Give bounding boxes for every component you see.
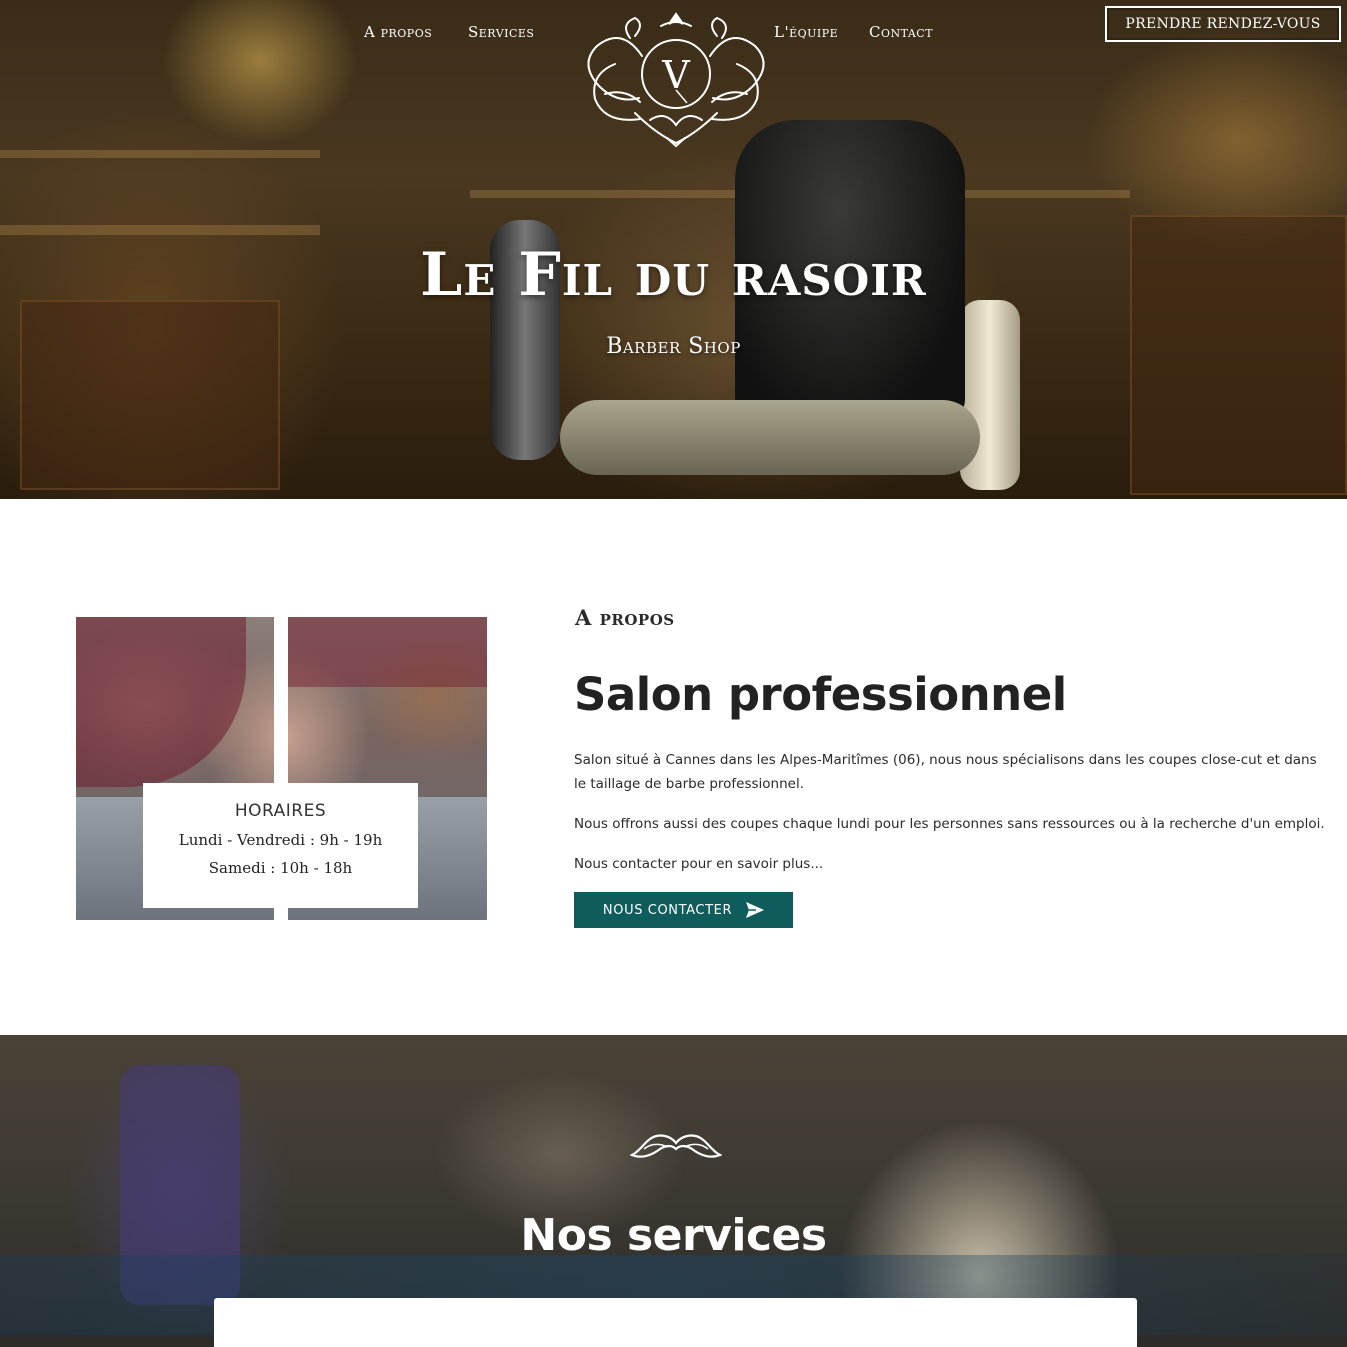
about-paragraph: Nous contacter pour en savoir plus... [574,856,824,872]
opening-hours-card: HORAIRES Lundi - Vendredi : 9h - 19h Sam… [143,783,418,908]
hero-title: Le Fil du rasoir [420,240,927,310]
hero-background-shelf [0,150,320,158]
mustache-icon [630,1134,722,1158]
about-paragraph: Salon situé à Cannes dans les Alpes-Mari… [574,752,1317,792]
hero-background-chair-seat [560,400,980,475]
hero-background-shelf [0,225,320,235]
site-logo[interactable]: V [575,8,777,148]
opening-hours-saturday: Samedi : 10h - 18h [208,859,353,877]
nav-link-contact[interactable]: Contact [869,23,933,41]
send-icon [746,902,765,918]
about-eyebrow: A propos [575,605,675,630]
hero-subtitle: Barber Shop [606,334,741,359]
hero-background-cabinet [20,300,280,490]
about-paragraph: Nous offrons aussi des coupes chaque lun… [574,816,1325,832]
nav-link-about[interactable]: A propos [364,23,432,41]
ornamental-v-crest-icon: V [587,12,765,148]
book-appointment-button[interactable]: PRENDRE RENDEZ-VOUS [1105,6,1341,42]
about-heading: Salon professionnel [574,668,1067,721]
opening-hours-weekdays: Lundi - Vendredi : 9h - 19h [178,831,383,849]
opening-hours-title: HORAIRES [234,801,327,821]
nav-link-services[interactable]: Services [468,23,534,41]
nav-link-team[interactable]: L'équipe [774,23,838,41]
contact-us-button[interactable]: NOUS CONTACTER [574,892,793,928]
services-title: Nos services [520,1210,827,1261]
services-card [214,1298,1137,1347]
contact-us-button-label: NOUS CONTACTER [602,902,733,918]
photo-detail [76,617,246,787]
photo-detail [288,617,487,687]
